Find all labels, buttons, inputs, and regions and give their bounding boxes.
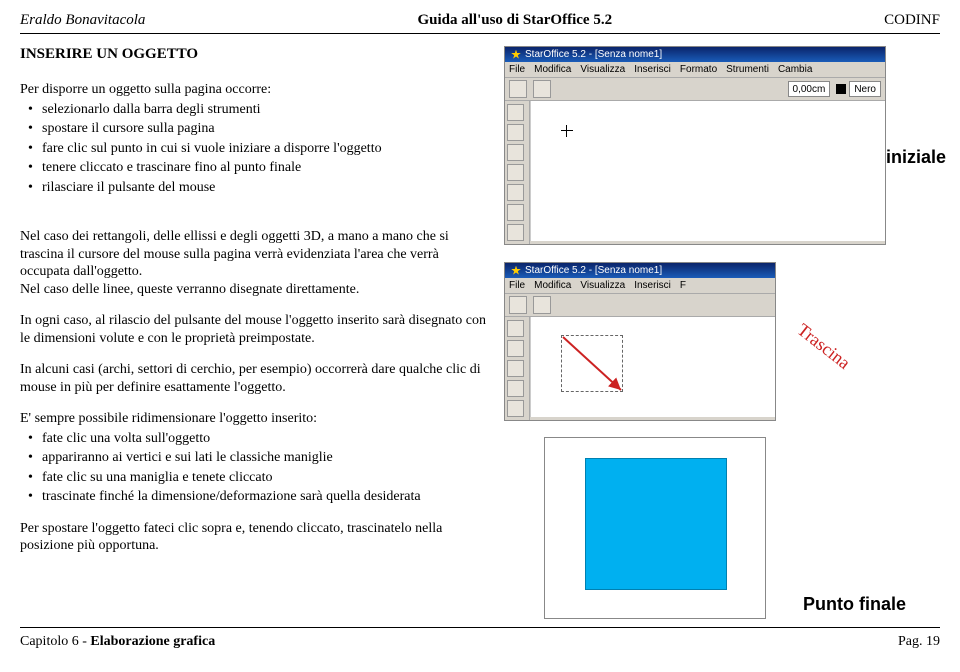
menu-item[interactable]: Modifica bbox=[534, 280, 571, 291]
section-title: INSERIRE UN OGGETTO bbox=[20, 46, 490, 63]
paragraph: Nel caso dei rettangoli, delle ellissi e… bbox=[20, 228, 490, 281]
tool-icon[interactable] bbox=[507, 104, 524, 121]
tool-icon[interactable] bbox=[507, 164, 524, 181]
annotation-final-point: Punto finale bbox=[803, 594, 906, 615]
header-rule bbox=[20, 33, 940, 34]
toolbar bbox=[505, 294, 775, 317]
menu-item[interactable]: Visualizza bbox=[580, 280, 625, 291]
tool-strip bbox=[505, 317, 530, 420]
list-item: appariranno ai vertici e sui lati le cla… bbox=[42, 449, 490, 467]
tool-icon[interactable] bbox=[507, 144, 524, 161]
steps-list-2: fate clic una volta sull'oggetto apparir… bbox=[20, 430, 490, 506]
footer-chapter: Capitolo 6 - Elaborazione grafica bbox=[20, 634, 215, 650]
tool-icon[interactable] bbox=[507, 380, 524, 397]
intro-paragraph: Per disporre un oggetto sulla pagina occ… bbox=[20, 81, 490, 99]
tool-icon[interactable] bbox=[507, 320, 524, 337]
app-title: StarOffice 5.2 - [Senza nome1] bbox=[525, 49, 662, 60]
tool-icon[interactable] bbox=[507, 400, 524, 417]
text-column: INSERIRE UN OGGETTO Per disporre un ogge… bbox=[20, 46, 490, 619]
paragraph: In ogni caso, al rilascio del pulsante d… bbox=[20, 312, 490, 347]
header-org: CODINF bbox=[884, 12, 940, 29]
paragraph: In alcuni casi (archi, settori di cerchi… bbox=[20, 361, 490, 396]
menu-item[interactable]: Modifica bbox=[534, 64, 571, 75]
menu-item[interactable]: Cambia bbox=[778, 64, 812, 75]
menu-item[interactable]: File bbox=[509, 280, 525, 291]
menu-item[interactable]: File bbox=[509, 64, 525, 75]
screenshot-drag: StarOffice 5.2 - [Senza nome1] File Modi… bbox=[504, 262, 776, 421]
header-author: Eraldo Bonavitacola bbox=[20, 12, 145, 29]
paragraph: E' sempre possibile ridimensionare l'ogg… bbox=[20, 410, 490, 428]
menu-item[interactable]: Inserisci bbox=[634, 64, 671, 75]
tool-icon[interactable] bbox=[507, 204, 524, 221]
list-item: fate clic una volta sull'oggetto bbox=[42, 430, 490, 448]
drag-arrow-icon bbox=[541, 325, 651, 415]
menubar: File Modifica Visualizza Inserisci F bbox=[505, 278, 775, 294]
menu-item[interactable]: Formato bbox=[680, 64, 717, 75]
list-item: tenere cliccato e trascinare fino al pun… bbox=[42, 159, 490, 177]
menu-item[interactable]: Visualizza bbox=[580, 64, 625, 75]
steps-list-1: selezionarlo dalla barra degli strumenti… bbox=[20, 101, 490, 197]
menu-item[interactable]: Strumenti bbox=[726, 64, 769, 75]
list-item: rilasciare il pulsante del mouse bbox=[42, 179, 490, 197]
menu-item[interactable]: F bbox=[680, 280, 686, 291]
star-icon bbox=[511, 266, 521, 276]
color-field[interactable]: Nero bbox=[849, 81, 881, 97]
figure-column: StarOffice 5.2 - [Senza nome1] File Modi… bbox=[504, 46, 940, 619]
list-item: spostare il cursore sulla pagina bbox=[42, 120, 490, 138]
menu-item[interactable]: Inserisci bbox=[634, 280, 671, 291]
annotation-drag: Trascina bbox=[794, 319, 855, 373]
list-item: selezionarlo dalla barra degli strumenti bbox=[42, 101, 490, 119]
tool-icon[interactable] bbox=[507, 340, 524, 357]
app-title: StarOffice 5.2 - [Senza nome1] bbox=[525, 265, 662, 276]
tool-icon[interactable] bbox=[507, 360, 524, 377]
tool-icon[interactable] bbox=[507, 224, 524, 241]
list-item: fate clic su una maniglia e tenete clicc… bbox=[42, 469, 490, 487]
app-titlebar: StarOffice 5.2 - [Senza nome1] bbox=[505, 263, 775, 278]
toolbar-button[interactable] bbox=[509, 80, 527, 98]
list-item: trascinate finché la dimensione/deformaz… bbox=[42, 488, 490, 506]
coord-field[interactable]: 0,00cm bbox=[788, 81, 831, 97]
crosshair-cursor-icon bbox=[561, 125, 573, 137]
tool-icon[interactable] bbox=[507, 184, 524, 201]
toolbar-button[interactable] bbox=[509, 296, 527, 314]
toolbar: 0,00cm Nero bbox=[505, 78, 885, 101]
tool-icon[interactable] bbox=[507, 124, 524, 141]
app-titlebar: StarOffice 5.2 - [Senza nome1] bbox=[505, 47, 885, 62]
screenshot-initial-point: StarOffice 5.2 - [Senza nome1] File Modi… bbox=[504, 46, 886, 245]
screenshot-final-point bbox=[544, 437, 766, 619]
paragraph: Nel caso delle linee, queste verranno di… bbox=[20, 281, 490, 299]
header-title: Guida all'uso di StarOffice 5.2 bbox=[417, 12, 612, 29]
footer-rule bbox=[20, 627, 940, 628]
result-rectangle bbox=[585, 458, 727, 590]
toolbar-button[interactable] bbox=[533, 80, 551, 98]
drawing-canvas[interactable] bbox=[530, 317, 775, 417]
star-icon bbox=[511, 50, 521, 60]
tool-strip bbox=[505, 101, 530, 244]
footer-page: Pag. 19 bbox=[898, 634, 940, 650]
drawing-canvas[interactable] bbox=[530, 101, 885, 241]
list-item: fare clic sul punto in cui si vuole iniz… bbox=[42, 140, 490, 158]
toolbar-button[interactable] bbox=[533, 296, 551, 314]
color-swatch bbox=[836, 84, 846, 94]
paragraph: Per spostare l'oggetto fateci clic sopra… bbox=[20, 520, 490, 555]
menubar: File Modifica Visualizza Inserisci Forma… bbox=[505, 62, 885, 78]
